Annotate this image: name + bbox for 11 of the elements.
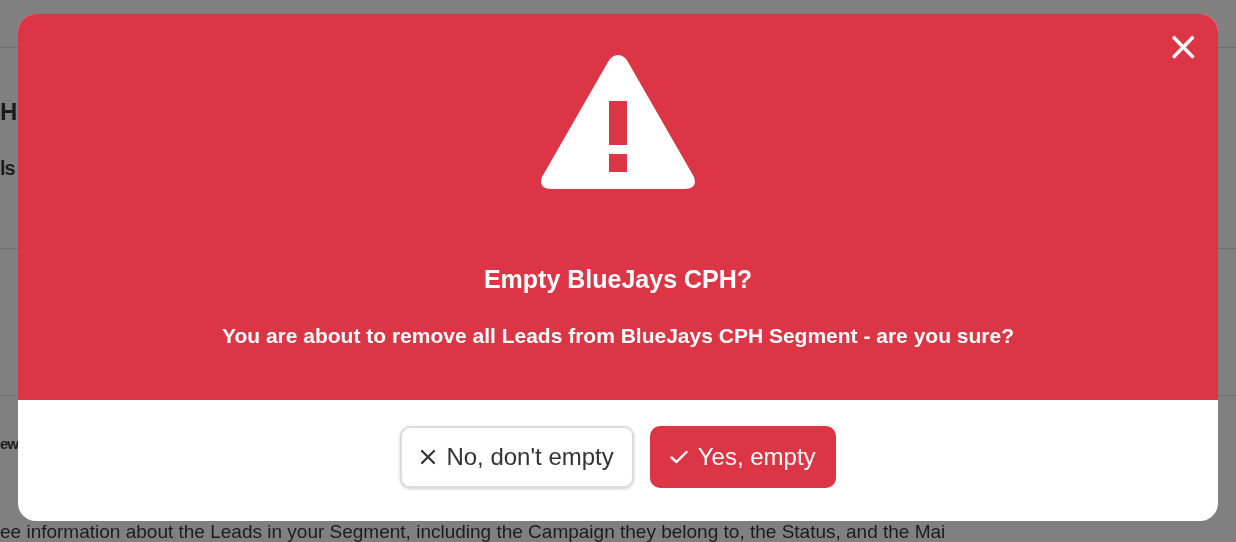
confirm-button[interactable]: Yes, empty xyxy=(649,425,836,488)
dialog-title: Empty BlueJays CPH? xyxy=(483,265,753,294)
page-text: ls xyxy=(0,158,15,178)
close-icon xyxy=(420,448,437,465)
check-icon xyxy=(669,449,688,464)
cancel-button[interactable]: No, don't empty xyxy=(400,425,634,488)
page-description: ee information about the Leads in your Segment, including the Campaign they belong to, the Status, and the Mai xyxy=(0,522,946,542)
close-button[interactable]: × xyxy=(1166,30,1200,62)
dialog-message: You are about to remove all Leads from BlueJays CPH Segment - are you sure? xyxy=(222,324,1014,348)
page-text: ew xyxy=(0,436,18,451)
page-text: H xyxy=(0,100,17,124)
